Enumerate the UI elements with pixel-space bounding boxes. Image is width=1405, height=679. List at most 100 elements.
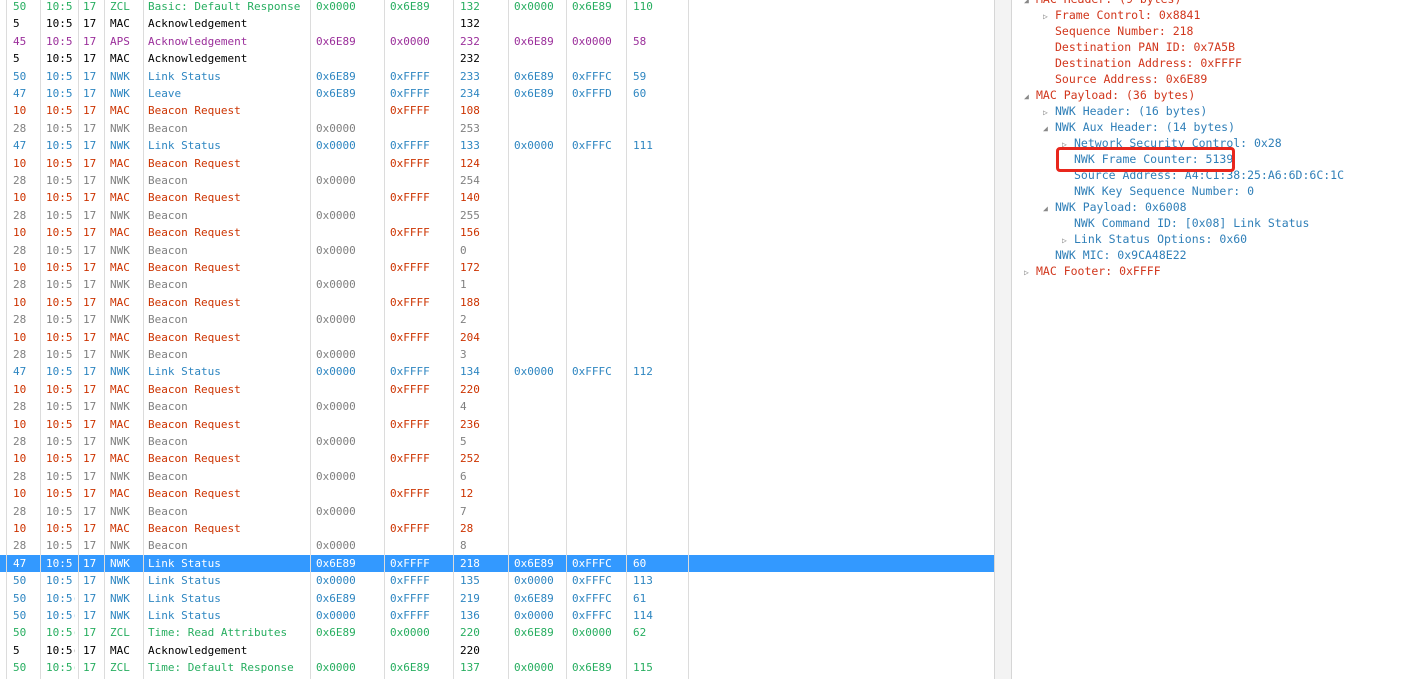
pane-splitter[interactable]: [994, 0, 1012, 679]
packet-row[interactable]: 47 10:5! 17 NWK Leave 0x6E89 0xFFFF 234 0x6E89 0x…: [0, 85, 994, 102]
nwk-src-cell: [514, 503, 568, 520]
tree-node[interactable]: ◢MAC Header: (9 bytes): [1024, 0, 1181, 7]
packet-row[interactable]: 10 10:5! 17 MAC Beacon Request 0xFFFF 188: [0, 294, 994, 311]
packet-row[interactable]: 28 10:5! 17 NWK Beacon 0x0000 6: [0, 468, 994, 485]
packet-row[interactable]: 50 10:5(17 NWK Link Status 0x0000 0xFFFF 136 0x…: [0, 607, 994, 624]
packet-row[interactable]: 50 10:5! 17 NWK Link Status 0x6E89 0xFFFF 233 0x…: [0, 68, 994, 85]
packet-row[interactable]: 28 10:5! 17 NWK Beacon 0x0000 2: [0, 311, 994, 328]
protocol-cell: NWK: [110, 87, 130, 100]
length-cell: 28: [13, 121, 27, 135]
tree-node[interactable]: Sequence Number: 218: [1043, 23, 1193, 39]
tree-node[interactable]: ▷ MAC Footer: 0xFFFF: [1024, 263, 1161, 279]
tree-node[interactable]: NWK MIC: 0x9CA48E22: [1043, 247, 1187, 263]
packet-row[interactable]: 10 10:5! 17 MAC Beacon Request 0xFFFF 156: [0, 224, 994, 241]
mac-src-cell: 0x0000: [316, 348, 356, 361]
mac-src-cell: 0x0000: [316, 661, 356, 675]
seq-cell: 134: [460, 365, 480, 379]
nwk-src-cell: [514, 311, 568, 328]
mac-src-cell: 0x6E89: [316, 591, 356, 605]
packet-row[interactable]: 10 10:5! 17 MAC Beacon Request 0xFFFF 220: [0, 381, 994, 398]
tree-node[interactable]: Source Address: A4:C1:38:25:A6:6D:6C:1C: [1062, 167, 1344, 183]
packet-row[interactable]: 10 10:5! 17 MAC Beacon Request 0xFFFF 140: [0, 189, 994, 206]
tree-node[interactable]: ◢ NWK Payload: 0x6008: [1043, 199, 1187, 215]
packet-list[interactable]: 5010:5!17ZCLBasic: Default Response0x000…: [0, 0, 994, 679]
length-cell: 5: [13, 52, 20, 66]
seq-cell: 220: [460, 626, 480, 640]
packet-row[interactable]: 10 10:5! 17 MAC Beacon Request 0xFFFF 12: [0, 485, 994, 502]
tree-node[interactable]: ▷ Network Security Control: 0x28: [1062, 135, 1282, 151]
packet-row[interactable]: 5 10:5! 17 MAC Acknowledgement 232: [0, 50, 994, 67]
packet-detail-tree[interactable]: ◢MAC Header: (9 bytes)▷Frame Control: 0x…: [1012, 0, 1405, 679]
packet-row[interactable]: 47 10:5! 17 NWK Link Status 0x0000 0xFFFF 134 0x…: [0, 363, 994, 380]
packet-row[interactable]: 10 10:5! 17 MAC Beacon Request 0xFFFF 236: [0, 416, 994, 433]
mac-dst-cell: 0xFFFF: [390, 191, 430, 205]
tree-node[interactable]: NWK Command ID: [0x08] Link Status: [1062, 215, 1309, 231]
triangle-down-icon[interactable]: ◢: [1024, 89, 1036, 105]
packet-row[interactable]: 28 10:5! 17 NWK Beacon 0x0000 4: [0, 398, 994, 415]
tree-node[interactable]: Source Address: 0x6E89: [1043, 71, 1207, 87]
channel-cell: 17: [83, 174, 97, 187]
seq-cell: 218: [460, 556, 480, 570]
packet-row[interactable]: 28 10:5! 17 NWK Beacon 0x0000 255: [0, 207, 994, 224]
triangle-down-icon[interactable]: ◢: [1043, 201, 1055, 217]
packet-row[interactable]: 10 10:5! 17 MAC Beacon Request 0xFFFF 108: [0, 102, 994, 119]
packet-row[interactable]: 50 10:5(17 ZCL Time: Read Attributes 0x6E89 0…: [0, 624, 994, 641]
mac-dst-cell: [390, 172, 452, 189]
tree-node[interactable]: ▷ NWK Header: (16 bytes): [1043, 103, 1207, 119]
packet-row[interactable]: 5 10:5(17 MAC Acknowledgement 220: [0, 642, 994, 659]
nwk-seq-cell: [633, 189, 687, 206]
nwk-seq-cell: [633, 311, 687, 328]
tree-node[interactable]: ◢ NWK Aux Header: (14 bytes): [1043, 119, 1235, 135]
nwk-dst-cell: [572, 642, 626, 659]
channel-cell: 17: [83, 121, 97, 135]
nwk-src-cell: 0x6E89: [514, 34, 554, 48]
triangle-right-icon[interactable]: ▷: [1024, 265, 1036, 281]
nwk-src-cell: [514, 381, 568, 398]
protocol-cell: MAC: [110, 417, 130, 431]
mac-src-cell: 0x0000: [316, 400, 356, 414]
packet-row[interactable]: 10 10:5! 17 MAC Beacon Request 0xFFFF 204: [0, 329, 994, 346]
mac-dst-cell: 0x0000: [390, 34, 430, 48]
packet-row[interactable]: 28 10:5! 17 NWK Beacon 0x0000 8: [0, 537, 994, 554]
packet-row[interactable]: 10 10:5! 17 MAC Beacon Request 0xFFFF 252: [0, 450, 994, 467]
packet-row[interactable]: 28 10:5! 17 NWK Beacon 0x0000 7: [0, 503, 994, 520]
time-cell: 10:5!: [46, 261, 75, 274]
packet-row[interactable]: 28 10:5! 17 NWK Beacon 0x0000 0: [0, 242, 994, 259]
packet-row[interactable]: 28 10:5! 17 NWK Beacon 0x0000 5: [0, 433, 994, 450]
tree-node-highlighted[interactable]: NWK Frame Counter: 5139: [1062, 151, 1233, 167]
tree-node[interactable]: Destination Address: 0xFFFF: [1043, 55, 1242, 71]
info-cell: Link Status: [148, 556, 221, 570]
tree-node[interactable]: ▷ Frame Control: 0x8841: [1043, 7, 1200, 23]
tree-node[interactable]: ◢ MAC Payload: (36 bytes): [1024, 87, 1195, 103]
packet-row[interactable]: 28 10:5! 17 NWK Beacon 0x0000 253: [0, 120, 994, 137]
packet-row[interactable]: 10 10:5! 17 MAC Beacon Request 0xFFFF 124: [0, 155, 994, 172]
mac-dst-cell: [390, 468, 452, 485]
tree-node-label: NWK Header: (16 bytes): [1055, 104, 1208, 118]
packet-row[interactable]: 47 10:5! 17 NWK Link Status 0x0000 0xFFFF 133 0x…: [0, 137, 994, 154]
packet-row-selected[interactable]: 47 10:5! 17 NWK Link Status 0x6E89 0xFFFF 218 0x…: [0, 554, 994, 573]
nwk-dst-cell: 0xFFFC: [572, 574, 612, 588]
packet-row[interactable]: 5 10:5! 17 MAC Acknowledgement 132: [0, 15, 994, 32]
channel-cell: 17: [83, 69, 97, 83]
triangle-down-icon[interactable]: ◢: [1024, 0, 1036, 9]
tree-node[interactable]: Destination PAN ID: 0x7A5B: [1043, 39, 1235, 55]
packet-row[interactable]: 50 10:5(17 NWK Link Status 0x6E89 0xFFFF 219 0x…: [0, 590, 994, 607]
packet-row[interactable]: 28 10:5! 17 NWK Beacon 0x0000 3: [0, 346, 994, 363]
packet-row[interactable]: 10 10:5! 17 MAC Beacon Request 0xFFFF 172: [0, 259, 994, 276]
tree-node[interactable]: ▷ Link Status Options: 0x60: [1062, 231, 1247, 247]
packet-row[interactable]: 28 10:5! 17 NWK Beacon 0x0000 254: [0, 172, 994, 189]
nwk-dst-cell: 0xFFFC: [572, 591, 612, 605]
packet-row[interactable]: 28 10:5! 17 NWK Beacon 0x0000 1: [0, 276, 994, 293]
tree-node[interactable]: NWK Key Sequence Number: 0: [1062, 183, 1254, 199]
triangle-down-icon[interactable]: ◢: [1043, 121, 1055, 137]
mac-dst-cell: 0x6E89: [390, 661, 430, 675]
seq-cell: 3: [460, 348, 467, 361]
packet-row[interactable]: 50 10:5(17 ZCL Time: Default Response 0x0000…: [0, 659, 994, 676]
packet-row[interactable]: 45 10:5! 17 APS Acknowledgement 0x6E89 0x0000 2…: [0, 33, 994, 50]
packet-row[interactable]: 50 10:5! 17 ZCL Basic: Default Response 0x000…: [0, 0, 994, 15]
column-divider: [310, 0, 311, 679]
packet-row[interactable]: 10 10:5! 17 MAC Beacon Request 0xFFFF 28: [0, 520, 994, 537]
packet-row[interactable]: 50 10:5! 17 NWK Link Status 0x0000 0xFFFF 135 0x…: [0, 572, 994, 589]
channel-cell: 17: [83, 313, 97, 327]
mac-dst-cell: 0xFFFF: [390, 365, 430, 379]
